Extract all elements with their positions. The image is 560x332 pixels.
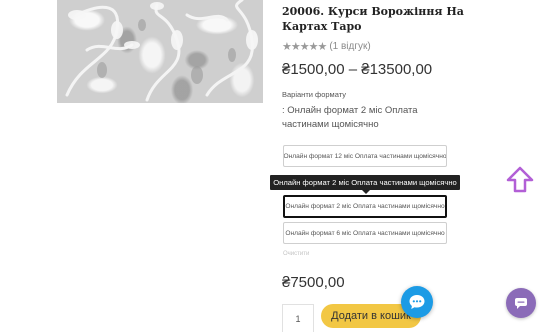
variant-tooltip: Онлайн формат 2 міс Оплата частинами щом…	[270, 175, 460, 194]
message-icon	[515, 298, 527, 309]
variant-option-12-months[interactable]: Онлайн формат 12 міс Оплата частинами що…	[283, 145, 447, 167]
product-rating: ★★★★★ (1 відгук)	[282, 40, 371, 53]
price-range: ₴1500,00 – ₴13500,00	[282, 61, 433, 78]
review-count-link[interactable]: (1 відгук)	[329, 41, 370, 52]
damask-pattern	[65, 0, 258, 102]
product-title: 20006. Курси Ворожіння На Картах Таро	[282, 5, 464, 33]
arrow-up-icon	[506, 166, 534, 193]
scroll-to-top-button[interactable]	[505, 165, 535, 195]
variant-option-6-months[interactable]: Онлайн формат 6 міс Оплата частинами щом…	[283, 222, 447, 244]
rating-stars: ★★★★★	[282, 41, 327, 53]
product-image[interactable]	[57, 0, 263, 103]
selected-variant-text: : Онлайн формат 2 міс Оплата частинами щ…	[282, 105, 418, 130]
variant-option-2-months[interactable]: Онлайн формат 2 міс Оплата частинами щом…	[283, 195, 447, 218]
messenger-button[interactable]	[506, 288, 536, 318]
variants-label: Варіанти формату	[282, 90, 346, 99]
clear-variants-link[interactable]: Очистити	[283, 251, 309, 257]
chat-bubble-icon	[409, 295, 425, 309]
chat-button[interactable]	[401, 286, 433, 318]
quantity-input[interactable]: 1	[282, 304, 314, 332]
selected-price: ₴7500,00	[282, 274, 345, 291]
